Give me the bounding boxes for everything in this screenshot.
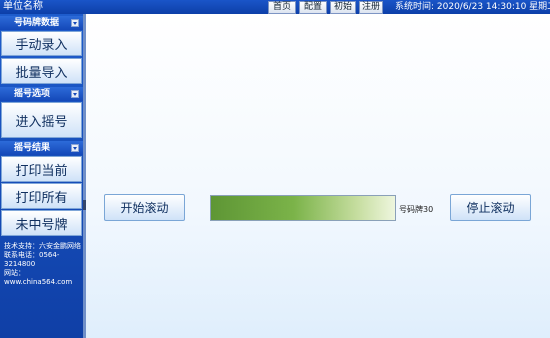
nav-init-button[interactable]: 初始: [330, 1, 356, 14]
print-current-button[interactable]: 打印当前: [1, 156, 82, 182]
nav-home-button[interactable]: 首页: [268, 1, 296, 14]
section-header-draw-options[interactable]: 摇号选项: [0, 87, 83, 101]
support-company: 技术支持：六安金鹏网络: [4, 242, 81, 250]
main-panel: 开始滚动 号码牌30 停止滚动: [86, 14, 550, 338]
number-plate-label: 号码牌30: [399, 205, 434, 214]
batch-import-button[interactable]: 批量导入: [1, 58, 82, 84]
support-info: 技术支持：六安金鹏网络 联系电话：0564-3214800 网站：www.chi…: [4, 242, 83, 287]
section-title: 号码牌数据: [14, 18, 60, 28]
manual-entry-button[interactable]: 手动录入: [1, 31, 82, 56]
enter-draw-button[interactable]: 进入摇号: [1, 102, 82, 138]
unit-name: 单位名称: [3, 1, 43, 12]
sidebar: 号码牌数据 手动录入 批量导入 摇号选项 进入摇号 摇号结果 打印当前 打印所有…: [0, 14, 83, 338]
support-phone: 联系电话：0564-3214800: [4, 251, 60, 268]
collapse-icon[interactable]: [71, 144, 79, 152]
nav-register-button[interactable]: 注册: [359, 1, 383, 14]
rolling-display: [210, 195, 396, 221]
collapse-icon[interactable]: [71, 19, 79, 27]
section-title: 摇号结果: [14, 143, 51, 153]
section-header-draw-results[interactable]: 摇号结果: [0, 141, 83, 155]
stop-roll-button[interactable]: 停止滚动: [450, 194, 531, 221]
unmatched-plates-button[interactable]: 未中号牌: [1, 210, 82, 236]
section-header-number-data[interactable]: 号码牌数据: [0, 16, 83, 30]
top-bar: 单位名称 首页 配置 初始 注册 系统时间: 2020/6/23 14:30:1…: [0, 0, 550, 14]
print-all-button[interactable]: 打印所有: [1, 183, 82, 209]
start-roll-button[interactable]: 开始滚动: [104, 194, 185, 221]
section-title: 摇号选项: [14, 89, 51, 99]
support-website: 网站：www.china564.com: [4, 269, 73, 286]
collapse-icon[interactable]: [71, 90, 79, 98]
nav-config-button[interactable]: 配置: [299, 1, 327, 14]
system-time: 系统时间: 2020/6/23 14:30:10 星期二: [395, 2, 550, 12]
